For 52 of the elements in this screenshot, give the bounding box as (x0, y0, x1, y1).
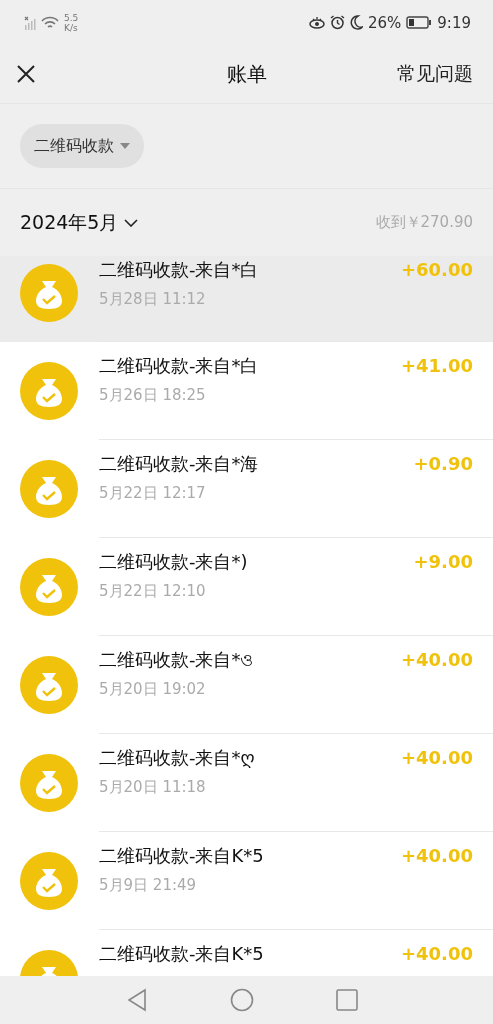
caret-icon (120, 143, 130, 149)
transaction-title: 二维码收款-来自*) (99, 550, 248, 574)
wifi-icon (41, 15, 59, 30)
transaction-title: 二维码收款-来自*ও (99, 648, 254, 672)
battery-percent: 26% (367, 13, 402, 32)
back-icon[interactable] (125, 988, 148, 1012)
transaction-amount: +41.00 (400, 354, 473, 378)
filter-dropdown[interactable]: 二维码收款 (20, 124, 144, 168)
transaction-title: 二维码收款-来自*白 (99, 354, 259, 378)
transaction-row[interactable]: 二维码收款-来自*白 5月28日 11:12 +60.00 (0, 256, 493, 342)
money-bag-icon (20, 852, 78, 910)
transaction-amount: +40.00 (400, 844, 473, 868)
transaction-title: 二维码收款-来自K*5 (99, 942, 264, 966)
alarm-icon (329, 15, 345, 30)
transaction-title: 二维码收款-来自*白 (99, 258, 259, 282)
eye-icon (308, 16, 325, 29)
network-speed: 5.5 (64, 12, 79, 23)
recents-icon[interactable] (335, 989, 358, 1011)
clock-time: 9:19 (437, 13, 471, 32)
close-icon[interactable] (16, 64, 36, 84)
transaction-amount: +9.00 (413, 550, 473, 574)
transaction-time: 5月28日 11:12 (99, 290, 207, 309)
transaction-amount: +40.00 (400, 648, 473, 672)
transaction-title: 二维码收款-来自K*5 (99, 844, 264, 868)
moon-icon (349, 15, 363, 30)
money-bag-icon (20, 264, 78, 322)
page-title: 账单 (226, 60, 267, 88)
money-bag-icon (20, 656, 78, 714)
home-icon[interactable] (229, 988, 254, 1012)
money-bag-icon (20, 362, 78, 420)
chevron-down-icon (124, 218, 139, 227)
battery-icon (406, 16, 433, 29)
transaction-amount: +0.90 (413, 452, 473, 476)
transaction-title: 二维码收款-来自*海 (99, 452, 259, 476)
transaction-time: 5月20日 19:02 (99, 680, 207, 699)
month-selector[interactable]: 2024年5月 (20, 209, 139, 236)
signal-icon (24, 15, 36, 30)
transaction-time: 5月20日 11:18 (99, 778, 207, 797)
transaction-time: 5月22日 12:17 (99, 484, 207, 503)
transaction-time: 5月22日 12:10 (99, 582, 207, 601)
transaction-time: 5月9日 21:49 (99, 876, 198, 895)
money-bag-icon (20, 460, 78, 518)
money-bag-icon (20, 558, 78, 616)
transaction-amount: +60.00 (400, 258, 473, 282)
income-summary: 收到￥270.90 (375, 213, 473, 232)
money-bag-icon (20, 754, 78, 812)
transaction-time: 5月26日 18:25 (99, 386, 207, 405)
transaction-title: 二维码收款-来自*ღ (99, 746, 255, 770)
transaction-amount: +40.00 (400, 746, 473, 770)
transaction-amount: +40.00 (400, 942, 473, 966)
network-speed-unit: K/s (64, 22, 79, 33)
faq-link[interactable]: 常见问题 (397, 61, 473, 87)
